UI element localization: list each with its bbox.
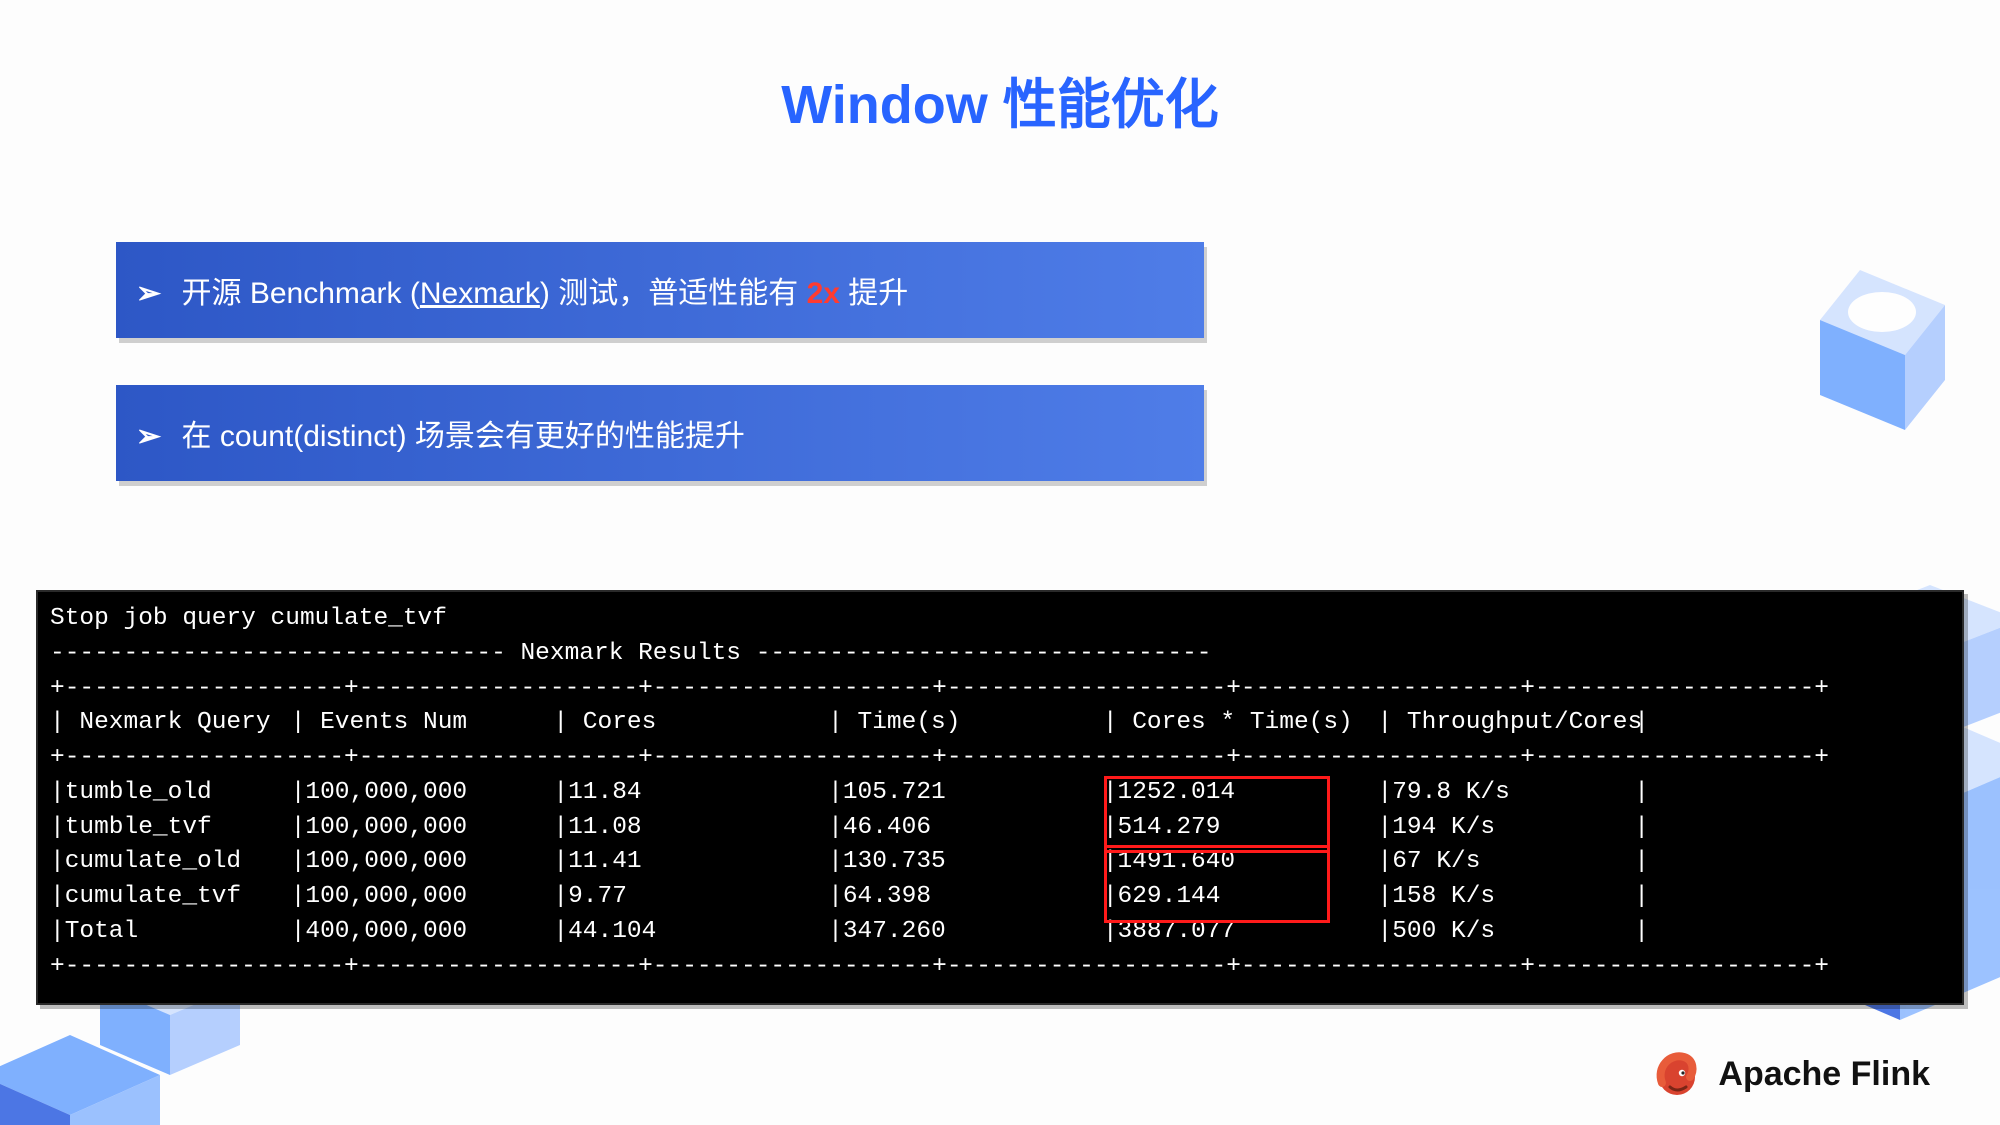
table-cell: tumble_old — [65, 776, 291, 811]
table-cell: 100,000,000 — [305, 880, 553, 915]
table-cell: 11.41 — [568, 845, 828, 880]
table-cell: cumulate_old — [65, 845, 291, 880]
bullet-text-mid: ) 测试，普适性能有 — [540, 277, 807, 310]
cell-cores-times: 629.144 — [1118, 880, 1378, 915]
cell-cores-times: 1491.640 — [1118, 845, 1378, 880]
flink-squirrel-icon — [1650, 1047, 1704, 1101]
table-cell: 130.735 — [843, 845, 1103, 880]
table-cell: 64.398 — [843, 880, 1103, 915]
bullet-arrow-icon: ➢ — [136, 277, 161, 310]
cell-cores-times: Cores * Time(s) — [1118, 706, 1378, 741]
terminal-output: Stop job query cumulate_tvf-------------… — [36, 590, 1964, 1005]
table-cell: 158 K/s — [1392, 880, 1634, 915]
table-cell: tumble_tvf — [65, 811, 291, 846]
table-cell: 105.721 — [843, 776, 1103, 811]
table-cell: Events Num — [305, 706, 553, 741]
table-cell: 100,000,000 — [305, 776, 553, 811]
cell-cores-times: 3887.077 — [1118, 915, 1378, 950]
table-cell: Nexmark Query — [65, 706, 291, 741]
cell-cores-times: 1252.014 — [1118, 776, 1378, 811]
table-cell: 79.8 K/s — [1392, 776, 1634, 811]
table-cell: Throughput/Cores — [1392, 706, 1634, 741]
table-cell: Time(s) — [843, 706, 1103, 741]
table-cell: cumulate_tvf — [65, 880, 291, 915]
cell-cores-times: 514.279 — [1118, 811, 1378, 846]
table-cell: 46.406 — [843, 811, 1103, 846]
bullet-text: 在 count(distinct) 场景会有更好的性能提升 — [181, 420, 744, 453]
table-cell: 9.77 — [568, 880, 828, 915]
table-cell: 347.260 — [843, 915, 1103, 950]
bullet-highlight-2x: 2x — [807, 277, 840, 310]
table-cell: 11.84 — [568, 776, 828, 811]
table-cell: 11.08 — [568, 811, 828, 846]
slide-title: Window 性能优化 — [0, 60, 2000, 139]
table-cell: 100,000,000 — [305, 845, 553, 880]
table-cell: 44.104 — [568, 915, 828, 950]
table-cell: 194 K/s — [1392, 811, 1634, 846]
nexmark-link[interactable]: Nexmark — [420, 277, 540, 310]
bullet-benchmark: ➢ 开源 Benchmark (Nexmark) 测试，普适性能有 2x 提升 — [116, 242, 1204, 338]
table-cell: 100,000,000 — [305, 811, 553, 846]
footer-logo: Apache Flink — [1650, 1047, 1930, 1101]
bullet-text-post: 提升 — [840, 277, 908, 310]
table-cell: 400,000,000 — [305, 915, 553, 950]
table-cell: 500 K/s — [1392, 915, 1634, 950]
table-cell: 67 K/s — [1392, 845, 1634, 880]
table-cell: Total — [65, 915, 291, 950]
table-cell: Cores — [568, 706, 828, 741]
bullet-arrow-icon: ➢ — [136, 420, 161, 453]
footer-brand-text: Apache Flink — [1718, 1055, 1930, 1094]
bullet-count-distinct: ➢ 在 count(distinct) 场景会有更好的性能提升 — [116, 385, 1204, 481]
bullet-text-pre: 开源 Benchmark ( — [181, 277, 419, 310]
